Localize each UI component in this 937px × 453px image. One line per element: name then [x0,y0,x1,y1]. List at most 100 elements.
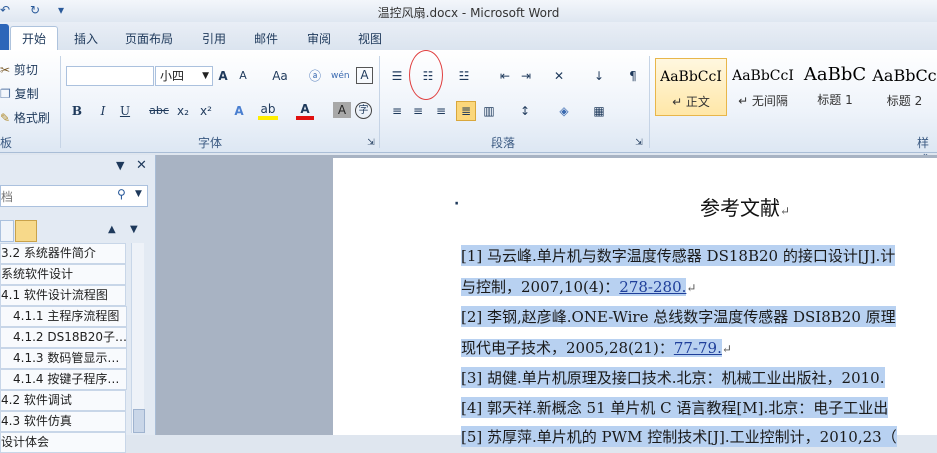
nav-item[interactable]: 4.1.3 数码管显示… [0,348,127,369]
nav-item[interactable]: 4.3 软件仿真 [0,411,126,432]
multilevel-list-icon[interactable]: ☳ [455,67,473,85]
tab-mailings[interactable]: 邮件 [254,30,278,47]
font-group-label: 字体 [198,136,223,150]
paragraph-dialog-launcher-icon[interactable]: ⇲ [630,134,648,152]
tab-insert[interactable]: 插入 [74,30,98,47]
reference-line: 现代电子技术，2005,28(21)：77-79.↵ [461,337,732,358]
reference-text: [3] 胡健.单片机原理及接口技术.北京：机械工业出版社，2010. [461,369,885,387]
show-marks-icon[interactable]: ¶ [624,67,642,85]
char-border-icon[interactable]: A [356,67,373,84]
format-painter-button[interactable]: ✎ 格式刷 [0,109,50,126]
subscript-button[interactable]: x₂ [174,102,192,120]
line-spacing-icon[interactable]: ↕ [516,102,534,120]
nav-item[interactable]: 设计体会 [0,432,126,453]
format-painter-label: 格式刷 [13,111,50,125]
tab-review[interactable]: 审阅 [307,30,331,47]
nav-previous-icon[interactable]: ▲ [108,224,116,235]
reference-text: 现代电子技术，2005,28(21)： [461,339,674,357]
grow-font-button[interactable]: A [214,67,232,85]
decrease-indent-icon[interactable]: ⇤ [496,67,514,85]
font-dialog-launcher-icon[interactable]: ⇲ [362,134,380,152]
style-heading-1[interactable]: AaBbC 标题 1 [800,58,870,114]
title-bar: ↶ ↻ ▾ 温控风扇.docx - Microsoft Word [0,0,937,22]
style-sample: AaBbC [803,64,867,85]
clear-format-icon[interactable]: ⓐ [306,67,324,85]
tab-view[interactable]: 视图 [358,30,382,47]
nav-item[interactable]: 4.2 软件调试 [0,390,126,411]
reference-text: [2] 李钢,赵彦峰.ONE-Wire 总线数字温度传感器 DSI8B20 原理 [461,308,896,326]
paragraph-mark: ↵ [721,342,732,356]
scissors-icon: ✂ [0,63,11,77]
reference-line: [2] 李钢,赵彦峰.ONE-Wire 总线数字温度传感器 DSI8B20 原理 [461,306,896,327]
reference-line: [5] 苏厚萍.单片机的 PWM 控制技术[J].工业控制计，2010,23（ [461,426,897,447]
search-icon[interactable]: ⚲ [117,187,126,201]
reference-pages: 278-280. [619,278,687,296]
nav-item[interactable]: 3.2 系统器件简介 [0,243,126,264]
style-heading-2[interactable]: AaBbCc 标题 2 [872,58,937,114]
increase-indent-icon[interactable]: ⇥ [517,67,535,85]
nav-item[interactable]: 4.1.1 主程序流程图 [0,306,127,327]
chevron-down-icon: ▼ [202,71,209,81]
nav-view-headings-button[interactable] [0,220,14,242]
reference-line: 与控制，2007,10(4)：278-280.↵ [461,276,696,297]
italic-button[interactable]: I [94,102,112,120]
strikethrough-button[interactable]: abc [148,102,170,120]
document-page[interactable]: · 参考文献↵ [1] 马云峰.单片机与数字温度传感器 DS18B20 的接口设… [333,158,937,447]
font-size-combo[interactable]: 小四 ▼ [155,66,213,86]
enclose-char-button[interactable]: 字 [355,102,372,119]
nav-scrollbar[interactable] [131,243,145,433]
style-name: ↵ 无间隔 [738,94,788,108]
tab-page-layout[interactable]: 页面布局 [125,30,173,47]
phonetic-guide-icon[interactable]: wén [331,67,350,85]
style-normal[interactable]: AaBbCcI ↵ 正文 [655,58,727,116]
copy-button[interactable]: ❐ 复制 [0,85,39,102]
chevron-down-icon[interactable]: ▼ [116,159,124,172]
nav-next-icon[interactable]: ▼ [130,224,138,235]
file-menu-button[interactable] [0,24,9,50]
annotation-circle [409,50,443,100]
chevron-down-icon[interactable]: ▼ [135,189,142,199]
reference-text: [5] 苏厚萍.单片机的 PWM 控制技术[J].工业控制计，2010,23（ [461,428,897,446]
clipboard-group-label: 板 [0,136,13,150]
borders-icon[interactable]: ▦ [590,102,608,120]
nav-item[interactable]: 4.1.2 DS18B20子… [0,327,127,348]
cut-button[interactable]: ✂ 剪切 [0,61,38,78]
bold-button[interactable]: B [68,102,86,120]
font-color-button[interactable]: A [296,102,314,120]
nav-item[interactable]: 4.1 软件设计流程图 [0,285,126,306]
nav-view-pages-button[interactable] [15,220,37,242]
ribbon-tabs: 开始 插入 页面布局 引用 邮件 审阅 视图 [0,22,937,51]
sort-icon[interactable]: ↓ [590,67,608,85]
nav-item[interactable]: 4.1.4 按键子程序… [0,369,127,390]
reference-text: 与控制，2007,10(4)： [461,278,620,296]
underline-button[interactable]: U [116,102,134,120]
align-left-icon[interactable]: ≡ [388,102,406,120]
tab-home[interactable]: 开始 [10,26,58,51]
shading-icon[interactable]: ◈ [555,102,573,120]
align-right-icon[interactable]: ≡ [432,102,450,120]
superscript-button[interactable]: x² [197,102,215,120]
nav-item[interactable]: 系统软件设计 [0,264,126,285]
change-case-button[interactable]: Aa [268,67,292,85]
tab-references[interactable]: 引用 [202,30,226,47]
chinese-layout-icon[interactable]: ✕ [550,67,568,85]
justify-icon[interactable]: ≣ [456,101,476,121]
nav-scrollbar-thumb[interactable] [133,409,145,433]
style-sample: AaBbCc [872,66,937,85]
char-shading-button[interactable]: A [333,102,351,118]
close-icon[interactable]: ✕ [136,158,147,173]
font-name-combo[interactable] [66,66,154,86]
reference-line: [4] 郭天祥.新概念 51 单片机 C 语言教程[M].北京：电子工业出 [461,397,889,418]
style-no-spacing[interactable]: AaBbCcI ↵ 无间隔 [728,58,798,114]
bullets-icon[interactable]: ☰ [388,67,406,85]
distributed-icon[interactable]: ▥ [480,102,498,120]
reference-text: [4] 郭天祥.新概念 51 单片机 C 语言教程[M].北京：电子工业出 [461,399,889,417]
text-effects-icon[interactable]: A [230,102,248,120]
divider [649,56,650,148]
align-center-icon[interactable]: ≡ [409,102,427,120]
highlight-button[interactable]: ab [258,102,278,120]
style-sample: AaBbCcI [660,69,722,85]
divider [60,56,61,148]
shrink-font-button[interactable]: A [234,67,252,85]
nav-search-input[interactable]: 档 ⚲ ▼ [0,185,148,207]
